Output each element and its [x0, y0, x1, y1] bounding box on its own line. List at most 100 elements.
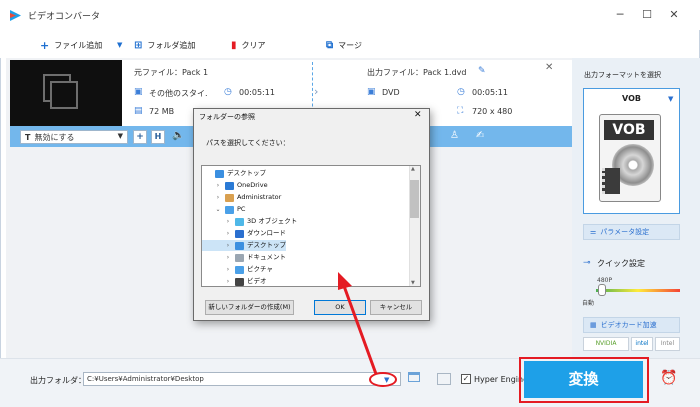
quality-slider-thumb[interactable] — [598, 284, 606, 296]
annotation-arrow — [338, 272, 378, 375]
chevron-down-icon: ▼ — [117, 132, 123, 140]
tree-item[interactable]: › 3D オブジェクト — [202, 216, 297, 227]
format-name: VOB — [622, 94, 641, 103]
expand-chevron-icon[interactable]: › — [224, 216, 232, 227]
dialog-title: フォルダーの参照 — [199, 113, 255, 121]
clear-label: クリア — [241, 40, 266, 50]
text-icon: T — [25, 132, 31, 142]
new-folder-button[interactable]: 新しいフォルダーの作成(M) — [205, 300, 294, 315]
edit-icon[interactable]: ✍ — [476, 130, 484, 141]
output-format: DVD — [382, 88, 400, 97]
expand-chevron-icon[interactable]: › — [224, 228, 232, 239]
slider-value-label: 480P — [597, 277, 613, 284]
minimize-button[interactable]: ─ — [610, 5, 630, 25]
vob-icon-label: VOB — [604, 120, 654, 140]
alarm-clock-icon[interactable]: ⏰ — [660, 370, 677, 386]
tree-item[interactable]: › Administrator — [202, 192, 281, 203]
gpu-accel-label: ビデオカード加速 — [600, 321, 657, 329]
tree-item[interactable]: › ビデオ — [202, 276, 267, 286]
tree-item[interactable]: › ダウンロード — [202, 228, 286, 239]
watermark-icon[interactable]: ♙ — [450, 130, 459, 141]
expand-chevron-icon[interactable]: ⌄ — [214, 204, 222, 215]
tree-item[interactable]: › デスクトップ — [202, 240, 286, 251]
maximize-button[interactable]: ☐ — [637, 5, 657, 25]
expand-chevron-icon[interactable]: › — [214, 192, 222, 203]
plus-icon: + — [40, 38, 50, 52]
clear-button[interactable]: ▮ クリア — [231, 38, 266, 52]
tree-item[interactable]: › OneDrive — [202, 180, 268, 191]
tree-item[interactable]: › ピクチャ — [202, 264, 273, 275]
clock-icon: ◷ — [224, 87, 232, 97]
tree-item-label: ピクチャ — [247, 265, 273, 273]
tree-item-label: OneDrive — [237, 181, 268, 189]
source-size: 72 MB — [149, 107, 175, 116]
output-format-icon: ▣ — [367, 87, 376, 97]
resolution-icon: ⛶ — [457, 106, 464, 116]
tree-item-label: PC — [237, 205, 246, 213]
subtitle-select-value: 無効にする — [34, 132, 75, 142]
tree-item-label: 3D オブジェクト — [247, 217, 298, 225]
merge-icon: ⧉ — [326, 39, 334, 51]
gpu-accel-button[interactable]: ▦ ビデオカード加速 — [583, 317, 680, 333]
close-button[interactable]: ✕ — [664, 5, 684, 25]
output-clock-icon: ◷ — [457, 87, 465, 97]
edit-name-icon[interactable]: ✎ — [478, 66, 486, 76]
hyper-engine-checkbox[interactable]: ✓ — [461, 374, 471, 384]
quick-setting-icon: ⊸ — [583, 258, 591, 268]
add-file-button[interactable]: + ファイル追加 — [40, 38, 102, 52]
merge-button[interactable]: ⧉ マージ — [326, 38, 362, 52]
folder-icon — [235, 253, 244, 262]
folder-icon — [235, 265, 244, 274]
dialog-close-icon[interactable]: ✕ — [414, 110, 422, 120]
expand-chevron-icon[interactable]: › — [224, 276, 232, 286]
parameter-settings-label: パラメータ設定 — [600, 228, 650, 236]
folder-icon — [235, 217, 244, 226]
audio-icon[interactable]: 🔈 — [172, 130, 184, 141]
subtitle-settings-button[interactable]: H — [151, 130, 165, 144]
thumbnail-placeholder-icon-back — [50, 81, 78, 109]
tree-item[interactable]: › ドキュメント — [202, 252, 286, 263]
scroll-down-icon[interactable]: ▼ — [411, 280, 415, 286]
source-duration: 00:05:11 — [239, 88, 275, 97]
add-file-label: ファイル追加 — [54, 40, 103, 50]
output-file-name: 出力ファイル：Pack 1.dvd — [367, 68, 467, 77]
subtitle-select[interactable]: T 無効にする ▼ — [20, 130, 128, 144]
parameter-settings-button[interactable]: ⚌ パラメータ設定 — [583, 224, 680, 240]
tree-item-label: デスクトップ — [227, 169, 266, 177]
expand-chevron-icon[interactable]: › — [214, 180, 222, 191]
folder-tree[interactable]: デスクトップ › OneDrive › Administrator ⌄ PC › 3D オブジェ… — [201, 165, 421, 287]
tree-item-label: Administrator — [237, 193, 282, 201]
output-folder-label: 出力フォルダ： — [30, 376, 86, 385]
tree-item-label: ダウンロード — [247, 229, 286, 237]
add-subtitle-button[interactable]: + — [133, 130, 147, 144]
tree-item[interactable]: ⌄ PC — [202, 204, 245, 215]
folder-icon — [225, 181, 234, 190]
format-icon: ▣ — [134, 87, 143, 97]
open-folder-icon[interactable] — [408, 372, 420, 382]
add-file-dropdown-icon[interactable]: ▼ — [117, 38, 122, 52]
remove-file-icon[interactable]: ✕ — [545, 62, 553, 73]
output-duration: 00:05:11 — [472, 88, 508, 97]
chip-icon: ▦ — [590, 321, 597, 329]
add-folder-button[interactable]: ⊞ フォルダ追加 — [134, 38, 195, 52]
tree-scroll-thumb[interactable] — [410, 180, 419, 218]
expand-chevron-icon[interactable]: › — [224, 240, 232, 251]
size-icon: ▤ — [134, 106, 143, 116]
source-file-name: 元ファイル：Pack 1 — [134, 68, 209, 77]
expand-chevron-icon[interactable]: › — [224, 264, 232, 275]
sliders-icon: ⚌ — [590, 228, 597, 236]
expand-chevron-icon[interactable]: › — [224, 252, 232, 263]
title-bar — [0, 0, 700, 30]
format-dropdown-icon[interactable]: ▼ — [668, 95, 673, 103]
intel-badge-2: Intel — [655, 337, 680, 351]
tree-item[interactable]: デスクトップ — [202, 168, 266, 179]
tree-item-label: デスクトップ — [247, 241, 286, 249]
slider-auto-label: 自動 — [582, 300, 595, 307]
folder-icon — [235, 229, 244, 238]
intel-badge: intel — [631, 337, 653, 351]
folder-icon — [235, 241, 244, 250]
window-title: ビデオコンバータ — [28, 12, 101, 22]
convert-button[interactable]: 変換 — [524, 361, 643, 398]
scroll-up-icon[interactable]: ▲ — [411, 166, 415, 172]
quality-slider-track[interactable] — [596, 289, 680, 292]
